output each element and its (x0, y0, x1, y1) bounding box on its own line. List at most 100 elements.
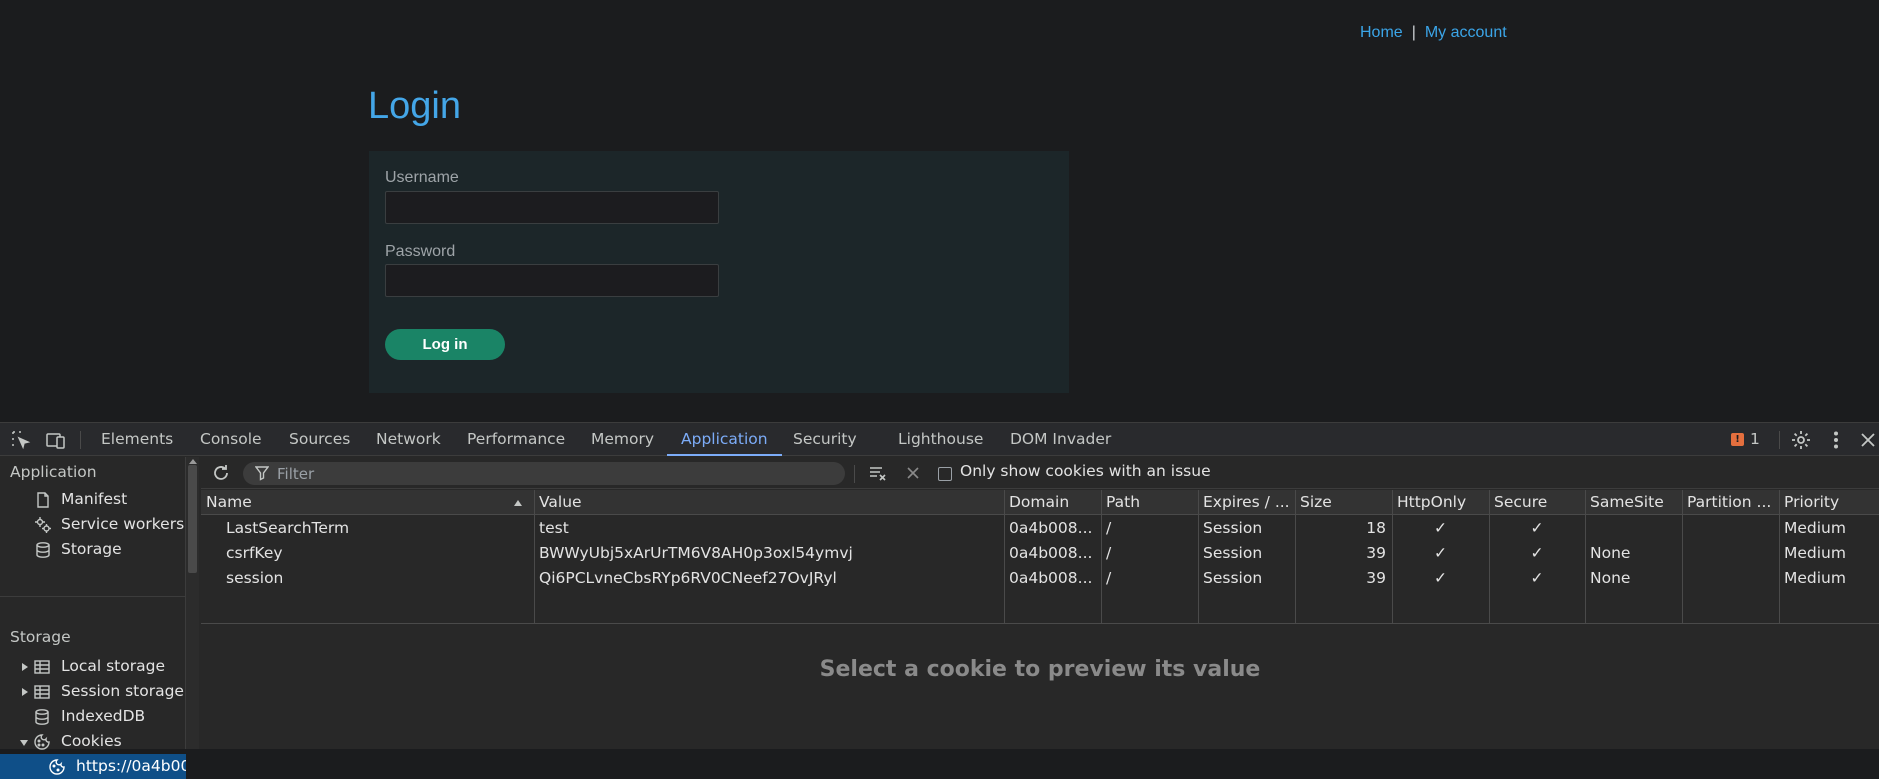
sidebar-item-cookie-origin[interactable]: https://0a4b00 (0, 754, 186, 779)
expand-arrow-icon[interactable] (22, 663, 28, 671)
cookie-icon (33, 733, 51, 751)
sidebar-item-label: Service workers (61, 515, 185, 533)
cell-secure: ✓ (1530, 569, 1544, 587)
cookie-icon (48, 758, 66, 776)
cookie-preview-placeholder: Select a cookie to preview its value (819, 657, 1261, 682)
gears-icon (34, 516, 52, 534)
cookie-origin-label: https://0a4b00 (76, 757, 186, 775)
cell-value: test (539, 519, 569, 537)
scroll-up-arrow-icon[interactable] (189, 459, 197, 464)
column-header-value[interactable]: Value (534, 490, 1004, 515)
only-issues-checkbox[interactable] (938, 467, 952, 481)
column-header-priority[interactable]: Priority (1779, 490, 1879, 515)
column-header-httponly[interactable]: HttpOnly (1392, 490, 1489, 515)
filter-funnel-icon (254, 465, 270, 485)
scrollbar-thumb[interactable] (188, 465, 197, 573)
tab-console[interactable]: Console (186, 423, 276, 456)
devtools-tab-bar: Elements Console Sources Network Perform… (0, 422, 1879, 456)
column-header-partition[interactable]: Partition ... (1682, 490, 1779, 515)
tab-security[interactable]: Security (779, 423, 871, 456)
expand-arrow-icon[interactable] (22, 688, 28, 696)
tab-application[interactable]: Application (667, 423, 782, 456)
database-icon (34, 541, 52, 559)
sidebar-header-application: Application (10, 463, 97, 481)
tab-network[interactable]: Network (362, 423, 455, 456)
column-header-expires[interactable]: Expires / ... (1198, 490, 1295, 515)
issues-counter[interactable]: ! 1 (1731, 423, 1760, 456)
cell-expires: Session (1203, 569, 1263, 587)
cell-priority: Medium (1784, 569, 1846, 587)
filter-input[interactable] (277, 463, 827, 484)
more-vertical-icon[interactable] (1825, 429, 1847, 451)
table-row[interactable]: LastSearchTerm test 0a4b008... / Session… (201, 516, 1879, 541)
cell-domain: 0a4b008... (1009, 544, 1093, 562)
cell-path: / (1106, 544, 1112, 562)
tab-dom-invader[interactable]: DOM Invader (996, 423, 1125, 456)
home-link[interactable]: Home (1360, 24, 1403, 41)
cookies-pane: Only show cookies with an issue Name Val… (201, 457, 1879, 749)
column-header-name[interactable]: Name (201, 490, 534, 515)
sort-ascending-icon (514, 500, 522, 506)
table-row[interactable]: session Qi6PCLvneCbsRYp6RV0CNeef27OvJRyl… (201, 566, 1879, 591)
tab-memory[interactable]: Memory (577, 423, 668, 456)
tab-lighthouse[interactable]: Lighthouse (884, 423, 997, 456)
sidebar-item-label: Local storage (61, 657, 165, 675)
sidebar-item-label: Manifest (61, 490, 128, 508)
tab-sources[interactable]: Sources (275, 423, 364, 456)
cell-path: / (1106, 519, 1112, 537)
column-header-secure[interactable]: Secure (1489, 490, 1585, 515)
sidebar-header-storage: Storage (10, 628, 71, 646)
login-form: Username Password Log in (369, 151, 1069, 393)
username-label: Username (385, 169, 459, 186)
toolbar-separator (80, 431, 81, 449)
cell-partition (1682, 541, 1779, 566)
top-nav: Home | My account (1360, 24, 1507, 42)
only-issues-label: Only show cookies with an issue (960, 462, 1211, 480)
sidebar-item-service-workers[interactable]: Service workers (0, 512, 186, 537)
sidebar-item-session-storage[interactable]: Session storage (0, 679, 186, 704)
settings-gear-icon[interactable] (1790, 429, 1812, 451)
username-input[interactable] (385, 191, 719, 224)
device-toggle-icon[interactable] (45, 429, 67, 451)
delete-x-icon[interactable] (903, 463, 923, 483)
sidebar-item-indexeddb[interactable]: IndexedDB (0, 704, 186, 729)
devtools-panel: Elements Console Sources Network Perform… (0, 422, 1879, 779)
cell-priority: Medium (1784, 519, 1846, 537)
clear-filtered-icon[interactable] (868, 463, 888, 483)
column-header-samesite[interactable]: SameSite (1585, 490, 1682, 515)
password-input[interactable] (385, 264, 719, 297)
login-button[interactable]: Log in (385, 329, 505, 360)
collapse-arrow-icon[interactable] (20, 740, 28, 746)
column-header-size[interactable]: Size (1295, 490, 1392, 515)
cell-partition (1682, 516, 1779, 541)
cell-size: 39 (1366, 544, 1386, 562)
tab-performance[interactable]: Performance (453, 423, 579, 456)
column-header-path[interactable]: Path (1101, 490, 1198, 515)
cell-domain: 0a4b008... (1009, 569, 1093, 587)
sidebar-item-label: Storage (61, 540, 122, 558)
refresh-icon[interactable] (211, 463, 231, 483)
table-header-row: Name Value Domain Path Expires / ... Siz… (201, 490, 1879, 515)
cell-name: csrfKey (226, 544, 283, 562)
cell-httponly: ✓ (1434, 519, 1447, 537)
sidebar-item-local-storage[interactable]: Local storage (0, 654, 186, 679)
column-header-domain[interactable]: Domain (1004, 490, 1101, 515)
table-grid-icon (33, 658, 51, 676)
tab-elements[interactable]: Elements (87, 423, 187, 456)
toolbar-separator (1779, 431, 1780, 449)
cell-value: Qi6PCLvneCbsRYp6RV0CNeef27OvJRyl (539, 569, 837, 587)
sidebar-scrollbar[interactable] (186, 457, 199, 749)
toolbar-separator (854, 465, 855, 483)
cell-path: / (1106, 569, 1112, 587)
web-page: Home | My account Login Username Password … (0, 0, 1879, 422)
cell-size: 39 (1366, 569, 1386, 587)
sidebar-item-manifest[interactable]: Manifest (0, 487, 186, 512)
my-account-link[interactable]: My account (1425, 24, 1507, 41)
sidebar-item-label: Cookies (61, 732, 122, 750)
document-icon (34, 491, 52, 509)
inspect-element-icon[interactable] (10, 429, 32, 451)
sidebar-item-storage[interactable]: Storage (0, 537, 186, 562)
table-row[interactable]: csrfKey BWWyUbj5xArUrTM6V8AH0p3oxl54ymvj… (201, 541, 1879, 566)
sidebar-item-cookies[interactable]: Cookies (0, 729, 186, 754)
close-icon[interactable] (1857, 429, 1879, 451)
